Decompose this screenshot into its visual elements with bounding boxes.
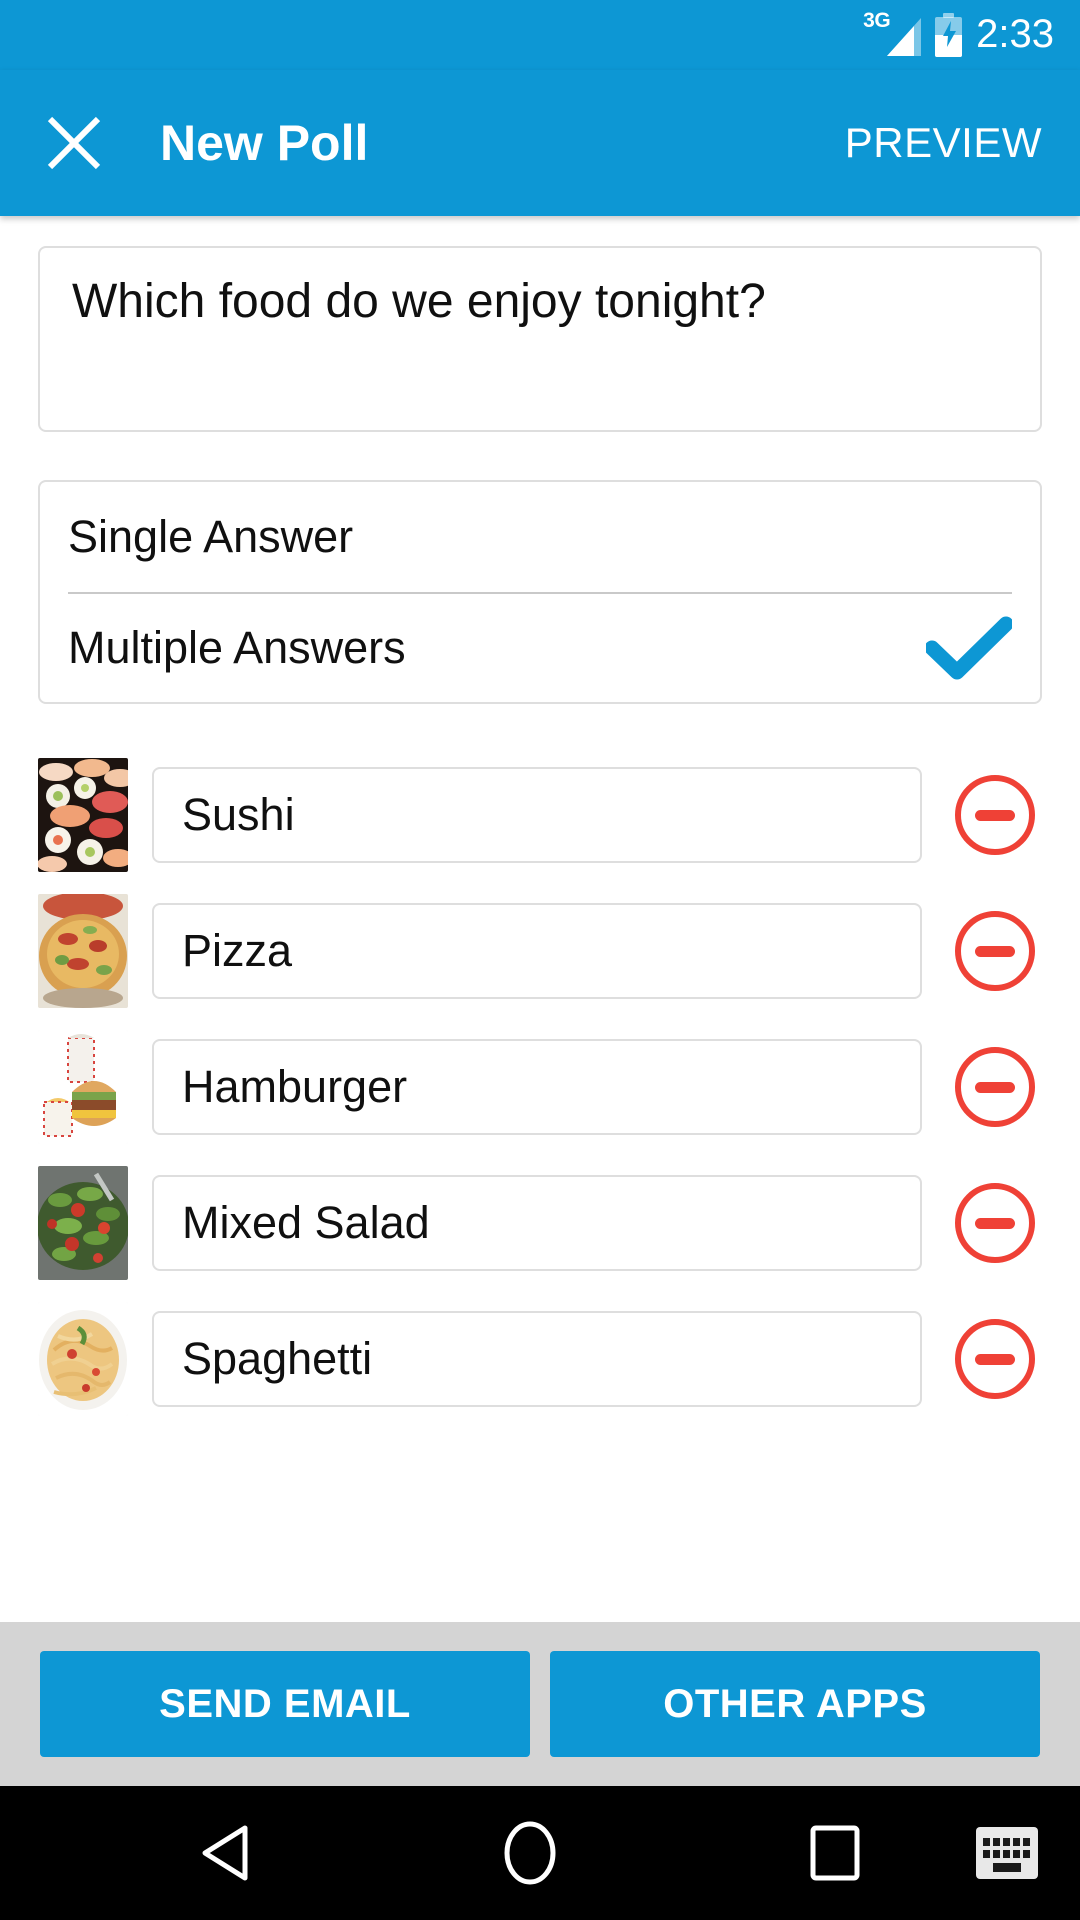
remove-circle-icon[interactable] — [948, 1312, 1042, 1406]
spaghetti-image — [38, 1302, 128, 1416]
remove-circle-outline — [955, 1183, 1035, 1263]
keyboard-glyph — [976, 1827, 1038, 1879]
status-bar-clock: 2:33 — [976, 11, 1054, 56]
minus-glyph — [975, 809, 1015, 821]
network-type-label: 3G — [863, 9, 891, 32]
back-glyph — [202, 1825, 248, 1881]
sushi-image — [38, 758, 128, 872]
signal-triangle-foreground — [887, 26, 915, 56]
sushi-thumbnail[interactable] — [38, 758, 128, 872]
hamburger-image — [38, 1030, 128, 1144]
remove-circle-icon[interactable] — [948, 1040, 1042, 1134]
keyboard-icon[interactable] — [962, 1786, 1052, 1920]
option-value: Spaghetti — [182, 1333, 373, 1384]
remove-circle-icon[interactable] — [948, 904, 1042, 998]
preview-button[interactable]: PREVIEW — [845, 119, 1042, 167]
remove-circle-outline — [955, 1047, 1035, 1127]
option-text-input[interactable]: Pizza — [152, 903, 922, 999]
minus-glyph — [975, 1081, 1015, 1093]
close-x-glyph — [47, 116, 101, 170]
minus-glyph — [975, 1353, 1015, 1365]
pizza-image — [38, 894, 128, 1008]
option-text-input[interactable]: Hamburger — [152, 1039, 922, 1135]
option-text-input[interactable]: Mixed Salad — [152, 1175, 922, 1271]
salad-thumbnail[interactable] — [38, 1166, 128, 1280]
poll-editor-screen: 3G 2:33 New Poll PREVIEW Which food do w… — [0, 0, 1080, 1920]
list-item: Sushi — [38, 756, 1042, 874]
question-value: Which food do we enjoy tonight? — [72, 275, 766, 328]
answer-type-selector: Single Answer Multiple Answers — [38, 480, 1042, 704]
check-icon — [926, 616, 1012, 680]
back-triangle-icon[interactable] — [145, 1786, 305, 1920]
signal-bars-icon: 3G — [863, 9, 922, 58]
option-value: Mixed Salad — [182, 1197, 430, 1248]
recents-glyph — [810, 1825, 860, 1881]
check-glyph — [926, 616, 1012, 680]
option-value: Pizza — [182, 925, 293, 976]
option-text-input[interactable]: Sushi — [152, 767, 922, 863]
answer-type-label: Multiple Answers — [68, 622, 406, 673]
close-icon[interactable] — [44, 113, 104, 173]
home-circle-icon[interactable] — [450, 1786, 610, 1920]
send-email-button[interactable]: SEND EMAIL — [40, 1651, 530, 1757]
poll-form: Which food do we enjoy tonight? Single A… — [0, 216, 1080, 1622]
pizza-thumbnail[interactable] — [38, 894, 128, 1008]
answer-type-option-single[interactable]: Single Answer — [68, 482, 1012, 592]
list-item: Mixed Salad — [38, 1164, 1042, 1282]
hamburger-thumbnail[interactable] — [38, 1030, 128, 1144]
action-bar: SEND EMAIL OTHER APPS — [0, 1622, 1080, 1786]
salad-image — [38, 1166, 128, 1280]
battery-charging-icon — [935, 13, 963, 57]
home-glyph — [504, 1821, 556, 1885]
option-text-input[interactable]: Spaghetti — [152, 1311, 922, 1407]
status-bar: 3G 2:33 — [0, 0, 1080, 70]
option-value: Hamburger — [182, 1061, 408, 1112]
remove-circle-icon[interactable] — [948, 768, 1042, 862]
spaghetti-thumbnail[interactable] — [38, 1302, 128, 1416]
remove-circle-outline — [955, 1319, 1035, 1399]
list-item: Pizza — [38, 892, 1042, 1010]
minus-glyph — [975, 1217, 1015, 1229]
remove-circle-outline — [955, 775, 1035, 855]
list-item: Hamburger — [38, 1028, 1042, 1146]
remove-circle-icon[interactable] — [948, 1176, 1042, 1270]
answer-type-label: Single Answer — [68, 511, 354, 562]
recents-square-icon[interactable] — [755, 1786, 915, 1920]
page-title: New Poll — [160, 115, 369, 171]
poll-options-list: Sushi Pizza Hamburger Mixed Salad Spaghe… — [38, 756, 1042, 1418]
charging-bolt-icon — [943, 21, 957, 47]
other-apps-button[interactable]: OTHER APPS — [550, 1651, 1040, 1757]
remove-circle-outline — [955, 911, 1035, 991]
android-nav-bar — [0, 1786, 1080, 1920]
list-item: Spaghetti — [38, 1300, 1042, 1418]
answer-type-option-multiple[interactable]: Multiple Answers — [68, 592, 1012, 702]
question-input[interactable]: Which food do we enjoy tonight? — [38, 246, 1042, 432]
app-bar: New Poll PREVIEW — [0, 70, 1080, 216]
status-bar-icons: 3G 2:33 — [863, 9, 1054, 58]
option-value: Sushi — [182, 789, 295, 840]
minus-glyph — [975, 945, 1015, 957]
